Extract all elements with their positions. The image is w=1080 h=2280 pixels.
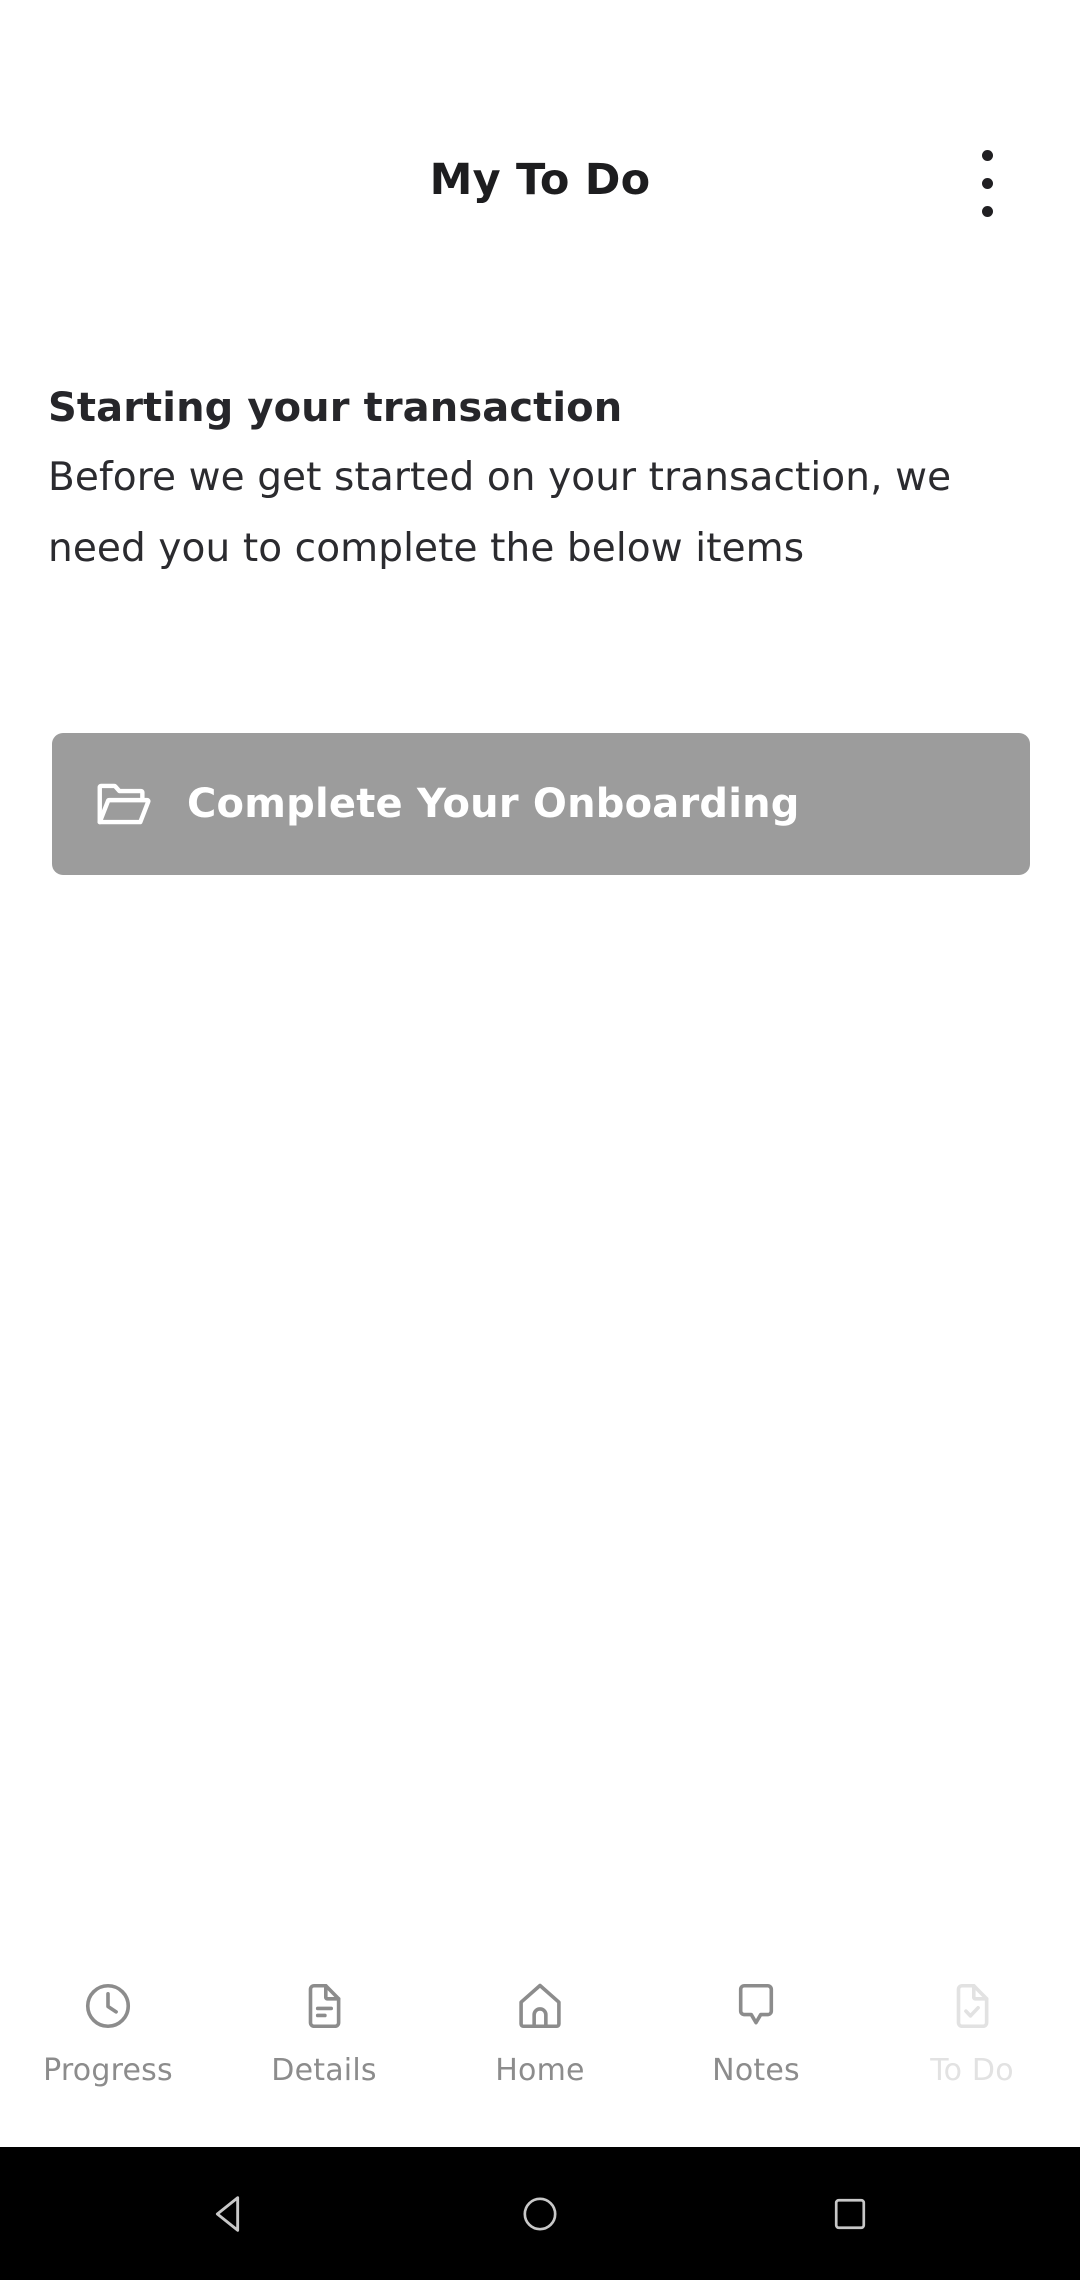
dot (981, 177, 993, 189)
app-header: My To Do (0, 0, 1080, 290)
document-check-icon (943, 1977, 1001, 2035)
tab-todo[interactable]: To Do (864, 1955, 1080, 2147)
system-nav-inner (0, 2174, 1080, 2254)
tab-home[interactable]: Home (432, 1955, 648, 2147)
open-folder-icon (92, 773, 154, 835)
bottom-tab-bar: Progress Details Home Notes To Do (0, 1955, 1080, 2147)
tab-todo-label: To Do (930, 2053, 1014, 2088)
home-button[interactable] (500, 2174, 580, 2254)
complete-onboarding-label: Complete Your Onboarding (187, 781, 800, 827)
tab-home-label: Home (495, 2053, 585, 2088)
tab-notes[interactable]: Notes (648, 1955, 864, 2147)
back-button[interactable] (190, 2174, 270, 2254)
document-icon (295, 1977, 353, 2035)
tab-notes-label: Notes (712, 2053, 800, 2088)
dot (981, 205, 993, 217)
tab-details[interactable]: Details (216, 1955, 432, 2147)
tab-progress-label: Progress (43, 2053, 173, 2088)
intro-heading: Starting your transaction (48, 385, 623, 431)
recents-button[interactable] (810, 2174, 890, 2254)
house-icon (511, 1977, 569, 2035)
page-title: My To Do (429, 155, 651, 205)
system-navigation-bar (0, 2147, 1080, 2280)
intro-block: Starting your transaction Before we get … (48, 382, 1018, 584)
complete-onboarding-card[interactable]: Complete Your Onboarding (52, 733, 1030, 875)
speech-bubble-icon (727, 1977, 785, 2035)
tab-details-label: Details (271, 2053, 377, 2088)
clock-icon (79, 1977, 137, 2035)
intro-body: Before we get started on your transactio… (48, 455, 952, 571)
more-options-icon[interactable] (952, 128, 1022, 238)
tab-progress[interactable]: Progress (0, 1955, 216, 2147)
dot (981, 149, 993, 161)
app-screen: My To Do Starting your transaction Befor… (0, 0, 1080, 2280)
